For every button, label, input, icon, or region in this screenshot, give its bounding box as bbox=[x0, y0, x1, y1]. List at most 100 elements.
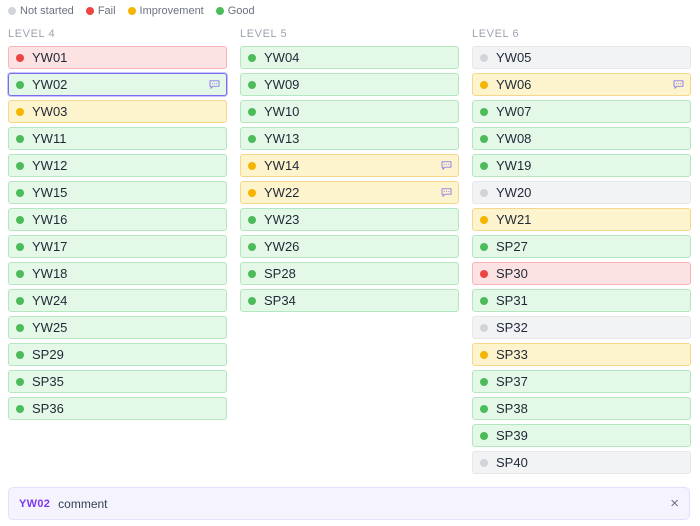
item-label: YW11 bbox=[32, 131, 67, 146]
good-dot-icon bbox=[16, 134, 24, 143]
item-yw13[interactable]: YW13 bbox=[240, 127, 459, 150]
item-list: YW04 YW09 YW10 YW13 YW14 YW22 YW23 YW26 SP28 SP34 bbox=[240, 46, 459, 312]
item-sp29[interactable]: SP29 bbox=[8, 343, 227, 366]
improvement-dot-icon bbox=[16, 107, 24, 116]
item-sp34[interactable]: SP34 bbox=[240, 289, 459, 312]
item-label: YW22 bbox=[264, 185, 300, 200]
item-sp35[interactable]: SP35 bbox=[8, 370, 227, 393]
item-label: SP32 bbox=[496, 320, 528, 335]
item-yw17[interactable]: YW17 bbox=[8, 235, 227, 258]
item-yw18[interactable]: YW18 bbox=[8, 262, 227, 285]
good-dot-icon bbox=[480, 296, 488, 305]
item-sp37[interactable]: SP37 bbox=[472, 370, 691, 393]
item-sp38[interactable]: SP38 bbox=[472, 397, 691, 420]
item-yw20[interactable]: YW20 bbox=[472, 181, 691, 204]
improvement-dot-icon bbox=[480, 215, 488, 224]
good-dot-icon bbox=[248, 296, 256, 305]
item-label: YW23 bbox=[264, 212, 300, 227]
not-started-dot-icon bbox=[480, 458, 488, 467]
item-label: SP27 bbox=[496, 239, 528, 254]
item-yw26[interactable]: YW26 bbox=[240, 235, 459, 258]
item-yw11[interactable]: YW11 bbox=[8, 127, 227, 150]
item-yw07[interactable]: YW07 bbox=[472, 100, 691, 123]
good-dot-icon bbox=[480, 404, 488, 413]
item-label: SP38 bbox=[496, 401, 528, 416]
item-label: YW06 bbox=[496, 77, 532, 92]
item-sp39[interactable]: SP39 bbox=[472, 424, 691, 447]
item-sp30[interactable]: SP30 bbox=[472, 262, 691, 285]
item-label: YW20 bbox=[496, 185, 532, 200]
comment-item-code: YW02 bbox=[19, 497, 51, 510]
item-list: YW01 YW02 YW03 YW11 YW12 YW15 YW16 YW17 YW18 YW24… bbox=[8, 46, 227, 420]
item-sp36[interactable]: SP36 bbox=[8, 397, 227, 420]
item-label: YW17 bbox=[32, 239, 68, 254]
good-dot-icon bbox=[16, 161, 24, 170]
item-label: SP36 bbox=[32, 401, 64, 416]
item-yw25[interactable]: YW25 bbox=[8, 316, 227, 339]
good-dot-icon bbox=[16, 323, 24, 332]
good-dot-icon bbox=[248, 269, 256, 278]
good-dot-icon bbox=[215, 7, 224, 15]
item-yw01[interactable]: YW01 bbox=[8, 46, 227, 69]
improvement-dot-icon bbox=[480, 80, 488, 89]
comment-icon[interactable] bbox=[441, 161, 452, 170]
fail-dot-icon bbox=[480, 269, 488, 278]
item-label: SP33 bbox=[496, 347, 528, 362]
level-6-column: LEVEL 6 YW05 YW06 YW07 YW08 YW19 YW20 YW21 SP27… bbox=[472, 24, 691, 474]
item-yw24[interactable]: YW24 bbox=[8, 289, 227, 312]
good-dot-icon bbox=[248, 107, 256, 116]
column-title: LEVEL 5 bbox=[240, 28, 288, 40]
comment-icon[interactable] bbox=[673, 80, 684, 89]
item-yw05[interactable]: YW05 bbox=[472, 46, 691, 69]
item-label: YW21 bbox=[496, 212, 532, 227]
item-sp28[interactable]: SP28 bbox=[240, 262, 459, 285]
item-yw21[interactable]: YW21 bbox=[472, 208, 691, 231]
comment-text[interactable]: comment bbox=[58, 497, 107, 511]
good-dot-icon bbox=[248, 242, 256, 251]
good-dot-icon bbox=[16, 215, 24, 224]
item-yw19[interactable]: YW19 bbox=[472, 154, 691, 177]
item-yw02[interactable]: YW02 bbox=[8, 73, 227, 96]
item-sp27[interactable]: SP27 bbox=[472, 235, 691, 258]
improvement-dot-icon bbox=[248, 161, 256, 170]
fail-dot-icon bbox=[85, 7, 94, 15]
not-started-dot-icon bbox=[8, 7, 16, 15]
column-title: LEVEL 4 bbox=[8, 28, 56, 40]
item-yw12[interactable]: YW12 bbox=[8, 154, 227, 177]
good-dot-icon bbox=[16, 296, 24, 305]
comment-bar[interactable]: YW02 comment × bbox=[8, 487, 690, 520]
legend-item-good: Good bbox=[215, 5, 255, 17]
comment-icon[interactable] bbox=[209, 80, 220, 89]
comment-icon[interactable] bbox=[441, 188, 452, 197]
item-label: YW18 bbox=[32, 266, 68, 281]
item-yw14[interactable]: YW14 bbox=[240, 154, 459, 177]
item-label: YW16 bbox=[32, 212, 68, 227]
good-dot-icon bbox=[480, 431, 488, 440]
item-yw23[interactable]: YW23 bbox=[240, 208, 459, 231]
item-label: YW13 bbox=[264, 131, 300, 146]
item-yw03[interactable]: YW03 bbox=[8, 100, 227, 123]
item-sp32[interactable]: SP32 bbox=[472, 316, 691, 339]
item-sp33[interactable]: SP33 bbox=[472, 343, 691, 366]
status-legend: Not started Fail Improvement Good bbox=[8, 5, 255, 17]
item-yw04[interactable]: YW04 bbox=[240, 46, 459, 69]
item-yw10[interactable]: YW10 bbox=[240, 100, 459, 123]
item-yw08[interactable]: YW08 bbox=[472, 127, 691, 150]
item-sp31[interactable]: SP31 bbox=[472, 289, 691, 312]
good-dot-icon bbox=[480, 242, 488, 251]
item-yw16[interactable]: YW16 bbox=[8, 208, 227, 231]
close-icon[interactable]: × bbox=[670, 495, 679, 512]
item-label: YW08 bbox=[496, 131, 532, 146]
item-yw09[interactable]: YW09 bbox=[240, 73, 459, 96]
item-sp40[interactable]: SP40 bbox=[472, 451, 691, 474]
item-label: SP28 bbox=[264, 266, 296, 281]
good-dot-icon bbox=[480, 377, 488, 386]
not-started-dot-icon bbox=[480, 53, 488, 62]
item-yw15[interactable]: YW15 bbox=[8, 181, 227, 204]
good-dot-icon bbox=[480, 134, 488, 143]
improvement-dot-icon bbox=[127, 7, 136, 15]
item-yw22[interactable]: YW22 bbox=[240, 181, 459, 204]
item-label: YW10 bbox=[264, 104, 300, 119]
fail-dot-icon bbox=[16, 53, 24, 62]
item-yw06[interactable]: YW06 bbox=[472, 73, 691, 96]
